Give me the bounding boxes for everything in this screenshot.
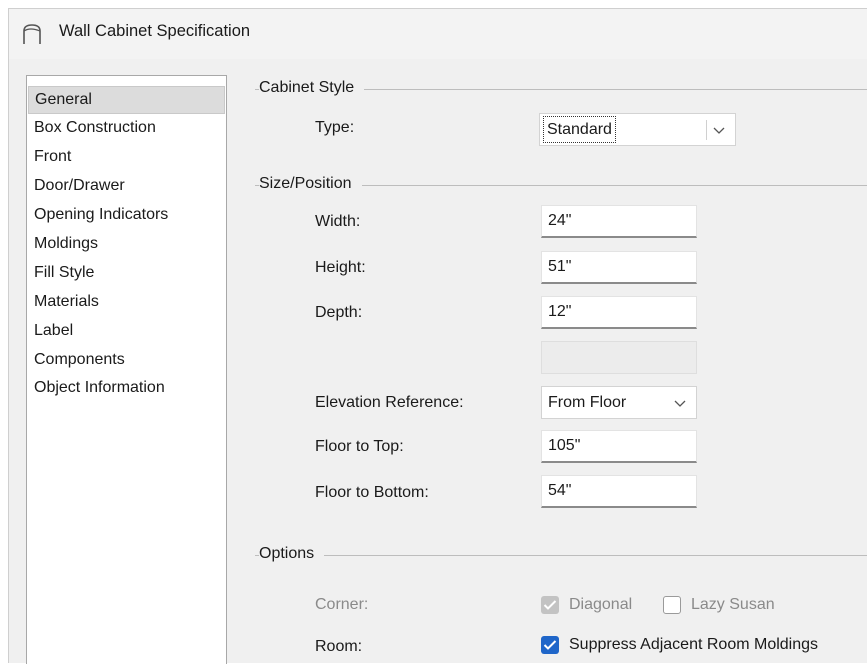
window-title: Wall Cabinet Specification	[59, 22, 251, 40]
floor-to-bottom-label: Floor to Bottom:	[315, 484, 429, 501]
size-position-group-label: Size/Position	[259, 175, 362, 193]
options-group-label: Options	[259, 545, 325, 563]
sidebar-item-door-drawer[interactable]: Door/Drawer	[28, 172, 225, 200]
chevron-down-icon	[713, 127, 725, 134]
type-select-value: Standard	[543, 116, 616, 143]
cabinet-style-group-label: Cabinet Style	[259, 79, 365, 97]
height-input[interactable]: 51"	[541, 251, 697, 284]
sidebar-item-materials[interactable]: Materials	[28, 288, 225, 316]
type-label: Type:	[315, 119, 355, 136]
sidebar-item-moldings[interactable]: Moldings	[28, 230, 225, 258]
suppress-moldings-checkbox[interactable]	[541, 636, 559, 654]
lazy-susan-checkbox[interactable]	[663, 596, 681, 614]
sidebar-item-box-construction[interactable]: Box Construction	[28, 114, 225, 142]
sidebar-item-label[interactable]: Label	[28, 317, 225, 345]
type-select-separator	[706, 120, 707, 140]
checkmark-icon	[543, 640, 557, 650]
sidebar-item-front[interactable]: Front	[28, 143, 225, 171]
sidebar-item-fill-style[interactable]: Fill Style	[28, 259, 225, 287]
floor-to-top-input[interactable]: 105"	[541, 430, 697, 463]
corner-label: Corner:	[315, 596, 369, 613]
disabled-empty-field	[541, 341, 697, 374]
diagonal-label: Diagonal	[569, 596, 633, 613]
cabinet-arch-icon	[23, 24, 41, 44]
sidebar-item-components[interactable]: Components	[28, 346, 225, 374]
elevation-reference-label: Elevation Reference:	[315, 394, 464, 411]
type-select[interactable]: Standard	[539, 113, 736, 146]
elevation-reference-select[interactable]: From Floor	[541, 386, 697, 419]
category-list[interactable]: General Box Construction Front Door/Draw…	[26, 75, 227, 664]
title-bar[interactable]: Wall Cabinet Specification	[9, 9, 867, 59]
dialog-window: Wall Cabinet Specification General Box C…	[8, 8, 867, 664]
elevation-reference-value: From Floor	[548, 394, 627, 411]
sidebar-item-object-information[interactable]: Object Information	[28, 374, 225, 402]
suppress-moldings-label: Suppress Adjacent Room Moldings	[569, 636, 819, 653]
depth-label: Depth:	[315, 304, 363, 321]
sidebar-item-general[interactable]: General	[28, 86, 225, 114]
room-label: Room:	[315, 638, 363, 655]
chevron-down-icon	[674, 400, 686, 407]
options-divider	[255, 555, 867, 556]
diagonal-checkbox[interactable]	[541, 596, 559, 614]
floor-to-bottom-input[interactable]: 54"	[541, 475, 697, 508]
width-input[interactable]: 24"	[541, 205, 697, 238]
sidebar-item-opening-indicators[interactable]: Opening Indicators	[28, 201, 225, 229]
width-label: Width:	[315, 213, 361, 230]
depth-input[interactable]: 12"	[541, 296, 697, 329]
floor-to-top-label: Floor to Top:	[315, 438, 404, 455]
lazy-susan-label: Lazy Susan	[691, 596, 775, 613]
checkmark-icon	[543, 600, 557, 610]
height-label: Height:	[315, 259, 366, 276]
